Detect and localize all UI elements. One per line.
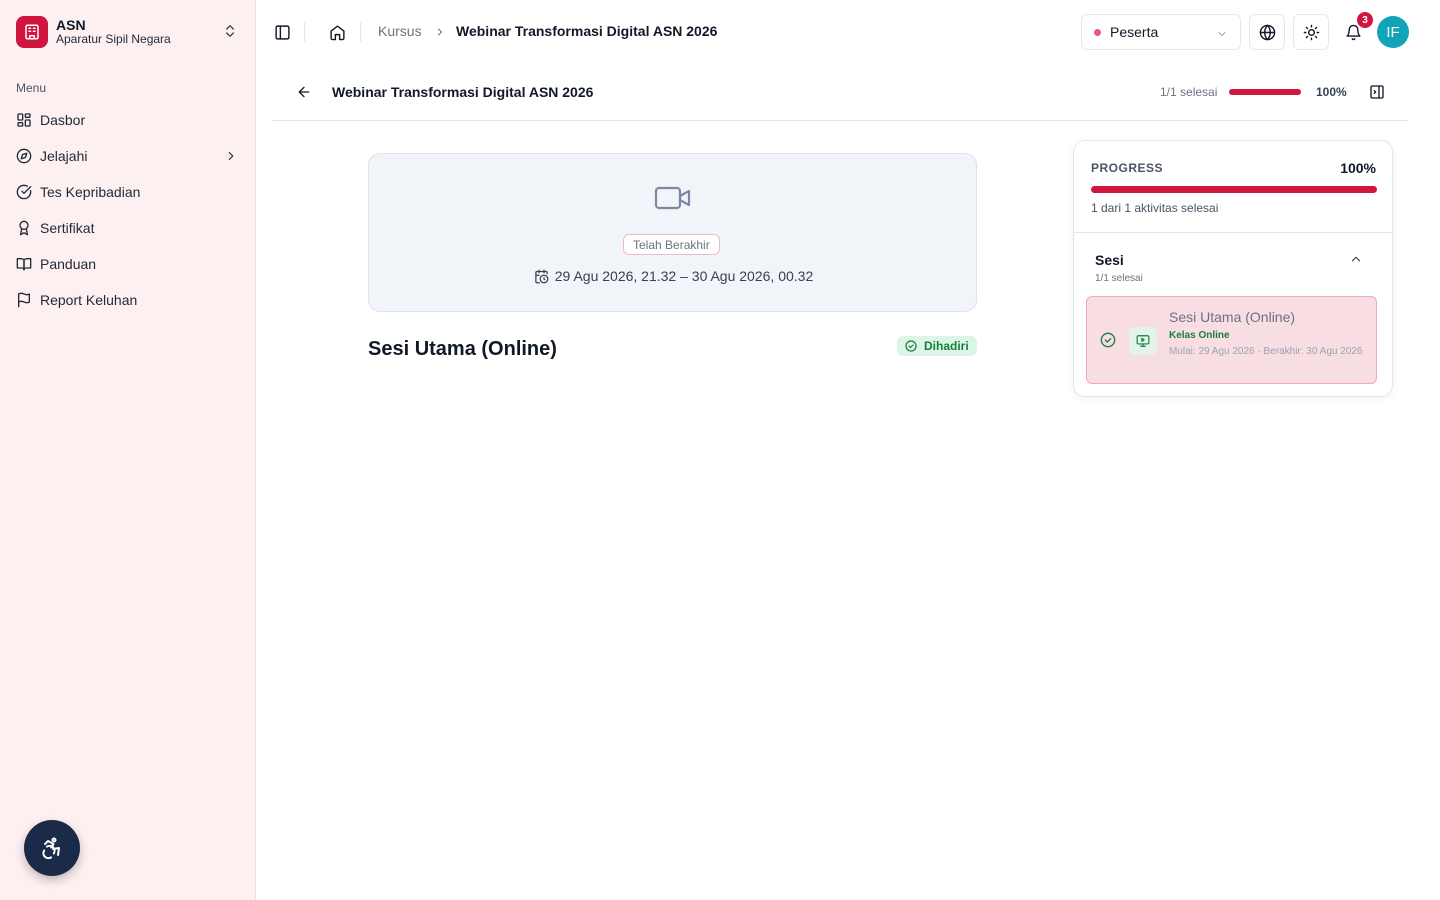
- sidebar-nav: Dasbor Jelajahi Tes Kepribadian Sertifik…: [8, 102, 248, 318]
- course-progress-bar: [1229, 89, 1301, 95]
- session-schedule: 29 Agu 2026, 21.32 – 30 Agu 2026, 00.32: [369, 268, 978, 284]
- session-list-item[interactable]: Sesi Utama (Online) Kelas Online Mulai: …: [1086, 296, 1377, 384]
- course-title: Webinar Transformasi Digital ASN 2026: [332, 84, 594, 100]
- monitor-play-icon: [1129, 327, 1157, 355]
- sidebar-item-report-keluhan[interactable]: Report Keluhan: [8, 282, 248, 318]
- role-select[interactable]: Peserta: [1081, 14, 1241, 50]
- toggle-sidebar-button[interactable]: [272, 22, 292, 42]
- chevron-right-icon: [224, 149, 238, 166]
- progress-bar: [1091, 186, 1377, 193]
- session-title: Sesi Utama (Online): [368, 338, 557, 360]
- arrow-left-icon: [298, 86, 310, 98]
- course-header: Webinar Transformasi Digital ASN 2026 1/…: [272, 64, 1409, 121]
- toggle-progress-panel-button[interactable]: [1368, 83, 1386, 101]
- brand-subtitle: Aparatur Sipil Negara: [56, 32, 171, 47]
- top-bar: Kursus Webinar Transformasi Digital ASN …: [256, 0, 1440, 64]
- sidebar-item-label: Panduan: [40, 256, 97, 272]
- app-root: ASN Aparatur Sipil Negara Menu Dasbor Je…: [0, 0, 1440, 900]
- progress-summary: 1 dari 1 aktivitas selesai: [1091, 201, 1219, 215]
- sidebar-item-sertifikat[interactable]: Sertifikat: [8, 210, 248, 246]
- award-icon: [19, 220, 29, 236]
- sidebar-item-label: Jelajahi: [40, 148, 88, 164]
- progress-bar-fill: [1091, 186, 1377, 193]
- home-button[interactable]: [327, 22, 347, 42]
- check-circle-icon: [905, 340, 917, 352]
- session-status-badge: Telah Berakhir: [623, 234, 720, 255]
- accessibility-button[interactable]: [24, 820, 80, 876]
- divider: [1074, 232, 1392, 233]
- home-icon: [329, 24, 345, 40]
- session-schedule-text: 29 Agu 2026, 21.32 – 30 Agu 2026, 00.32: [554, 268, 814, 284]
- sidebar-item-label: Report Keluhan: [40, 292, 138, 308]
- sidebar-item-dasbor[interactable]: Dasbor: [8, 102, 248, 138]
- chevrons-up-down-icon: [222, 23, 238, 44]
- workspace-switcher[interactable]: ASN Aparatur Sipil Negara: [16, 16, 240, 48]
- back-button[interactable]: [294, 82, 314, 102]
- chevron-up-icon: [1351, 256, 1361, 262]
- video-camera-icon: [654, 184, 692, 217]
- panel-left-icon: [274, 24, 290, 40]
- calendar-clock-icon: [535, 269, 549, 283]
- attendance-badge-label: Dihadiri: [924, 339, 969, 353]
- brand-logo-icon: [16, 16, 48, 48]
- session-item-title: Sesi Utama (Online): [1169, 309, 1296, 325]
- breadcrumb-current: Webinar Transformasi Digital ASN 2026: [456, 23, 718, 39]
- accessibility-icon: [42, 837, 60, 860]
- check-circle-icon: [16, 184, 32, 200]
- sidebar-item-panduan[interactable]: Panduan: [8, 246, 248, 282]
- sidebar: ASN Aparatur Sipil Negara Menu Dasbor Je…: [0, 0, 256, 900]
- course-completion-text: 1/1 selesai: [1160, 85, 1218, 99]
- collapse-section-button[interactable]: [1348, 251, 1364, 267]
- session-item-type: Kelas Online: [1169, 330, 1230, 341]
- notification-count-badge: 3: [1357, 12, 1373, 28]
- chevron-down-icon: [1216, 27, 1228, 43]
- flag-icon: [18, 292, 30, 308]
- session-item-dates: Mulai: 29 Agu 2026 · Berakhir: 30 Agu 20…: [1169, 346, 1363, 357]
- role-status-dot: [1094, 28, 1101, 36]
- grid-icon: [17, 113, 31, 127]
- menu-section-label: Menu: [16, 81, 47, 95]
- sidebar-item-label: Sertifikat: [40, 220, 95, 236]
- sun-icon: [1303, 24, 1319, 40]
- brand-name: ASN: [56, 17, 86, 34]
- attendance-badge: Dihadiri: [897, 336, 977, 356]
- divider: [304, 22, 305, 42]
- progress-label: PROGRESS: [1091, 161, 1164, 175]
- section-progress: 1/1 selesai: [1095, 273, 1143, 284]
- compass-icon: [16, 148, 32, 164]
- session-media-card: Telah Berakhir 29 Agu 2026, 21.32 – 30 A…: [368, 153, 977, 312]
- globe-icon: [1259, 24, 1275, 40]
- book-open-icon: [16, 258, 32, 271]
- sidebar-item-label: Tes Kepribadian: [40, 184, 141, 200]
- sidebar-item-label: Dasbor: [40, 112, 86, 128]
- section-title: Sesi: [1095, 252, 1124, 268]
- avatar[interactable]: IF: [1377, 16, 1409, 48]
- panel-right-icon: [1370, 85, 1384, 99]
- sidebar-item-jelajahi[interactable]: Jelajahi: [8, 138, 248, 174]
- progress-panel: PROGRESS 100% 1 dari 1 aktivitas selesai…: [1073, 140, 1393, 397]
- chevron-right-icon: [434, 25, 446, 41]
- brand-text: ASN Aparatur Sipil Negara: [56, 17, 171, 47]
- course-progress-percent: 100%: [1316, 85, 1347, 99]
- completed-check-icon: [1100, 332, 1116, 353]
- sidebar-item-tes-kepribadian[interactable]: Tes Kepribadian: [8, 174, 248, 210]
- language-button[interactable]: [1249, 14, 1285, 50]
- course-progress-fill: [1229, 89, 1301, 95]
- progress-percent: 100%: [1340, 160, 1376, 176]
- breadcrumb-link-kursus[interactable]: Kursus: [378, 23, 422, 39]
- divider: [360, 22, 361, 42]
- theme-toggle-button[interactable]: [1293, 14, 1329, 50]
- role-select-value: Peserta: [1110, 24, 1159, 40]
